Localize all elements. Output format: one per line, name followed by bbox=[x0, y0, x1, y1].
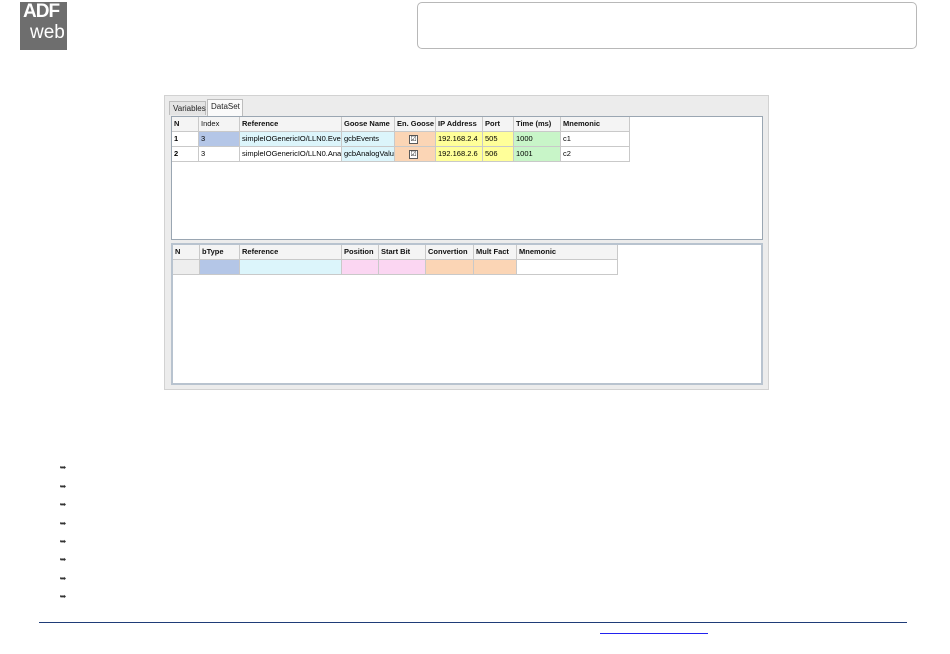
col-header-ip-address[interactable]: IP Address bbox=[436, 117, 483, 132]
col-header-n[interactable]: N bbox=[172, 117, 199, 132]
bullet-arrow-icon: ➥ bbox=[59, 519, 67, 528]
tab-variables[interactable]: Variables bbox=[169, 101, 206, 115]
cell-mnemonic[interactable]: c2 bbox=[561, 147, 630, 162]
tab-dataset[interactable]: DataSet bbox=[207, 99, 243, 116]
logo-text-top: ADF bbox=[23, 2, 60, 22]
cell-goose-name[interactable]: gcbAnalogValu bbox=[342, 147, 395, 162]
bullet-arrow-icon: ➥ bbox=[59, 574, 67, 583]
bullet-arrow-icon: ➥ bbox=[59, 592, 67, 601]
cell-position[interactable] bbox=[342, 260, 379, 275]
col-header-btype[interactable]: bType bbox=[200, 245, 240, 260]
row-number[interactable]: 1 bbox=[172, 132, 199, 147]
col-header-position[interactable]: Position bbox=[342, 245, 379, 260]
dataset-window: Variables DataSet N Index Reference Goos… bbox=[164, 95, 769, 390]
goose-table-panel: N Index Reference Goose Name En. Goose I… bbox=[171, 116, 763, 240]
cell-port[interactable]: 505 bbox=[483, 132, 514, 147]
cell-mult-fact[interactable] bbox=[474, 260, 517, 275]
cell-reference[interactable] bbox=[240, 260, 342, 275]
bullet-arrow-icon: ➥ bbox=[59, 500, 67, 509]
bullet-arrow-icon: ➥ bbox=[59, 463, 67, 472]
col-header-index[interactable]: Index bbox=[199, 117, 240, 132]
col-header-mult-fact[interactable]: Mult Fact bbox=[474, 245, 517, 260]
cell-time[interactable]: 1000 bbox=[514, 132, 561, 147]
cell-en-goose[interactable]: ☑ bbox=[395, 147, 436, 162]
cell-time[interactable]: 1001 bbox=[514, 147, 561, 162]
table-row[interactable]: 2 3 simpleIOGenericIO/LLN0.Anal gcbAnalo… bbox=[172, 147, 630, 162]
row-number[interactable]: 2 bbox=[172, 147, 199, 162]
cell-mnemonic[interactable]: c1 bbox=[561, 132, 630, 147]
dataset-table-panel: N bType Reference Position Start Bit Con… bbox=[171, 243, 763, 385]
footer-divider bbox=[39, 622, 907, 623]
en-goose-checkbox[interactable]: ☑ bbox=[409, 135, 418, 144]
row-number[interactable] bbox=[173, 260, 200, 275]
cell-ip-address[interactable]: 192.168.2.4 bbox=[436, 132, 483, 147]
footer-link-underline[interactable] bbox=[600, 633, 708, 634]
cell-btype[interactable] bbox=[200, 260, 240, 275]
cell-en-goose[interactable]: ☑ bbox=[395, 132, 436, 147]
cell-reference[interactable]: simpleIOGenericIO/LLN0.Even bbox=[240, 132, 342, 147]
cell-mnemonic[interactable] bbox=[517, 260, 618, 275]
cell-ip-address[interactable]: 192.168.2.6 bbox=[436, 147, 483, 162]
bullet-arrow-icon: ➥ bbox=[59, 482, 67, 491]
col-header-start-bit[interactable]: Start Bit bbox=[379, 245, 426, 260]
col-header-mnemonic[interactable]: Mnemonic bbox=[561, 117, 630, 132]
col-header-reference[interactable]: Reference bbox=[240, 245, 342, 260]
col-header-convertion[interactable]: Convertion bbox=[426, 245, 474, 260]
col-header-n[interactable]: N bbox=[173, 245, 200, 260]
cell-start-bit[interactable] bbox=[379, 260, 426, 275]
col-header-en-goose[interactable]: En. Goose bbox=[395, 117, 436, 132]
dataset-table-header: N bType Reference Position Start Bit Con… bbox=[173, 245, 618, 260]
bullet-arrow-icon: ➥ bbox=[59, 537, 67, 546]
table-row[interactable]: 1 3 simpleIOGenericIO/LLN0.Even gcbEvent… bbox=[172, 132, 630, 147]
col-header-mnemonic[interactable]: Mnemonic bbox=[517, 245, 618, 260]
col-header-port[interactable]: Port bbox=[483, 117, 514, 132]
col-header-reference[interactable]: Reference bbox=[240, 117, 342, 132]
col-header-goose-name[interactable]: Goose Name bbox=[342, 117, 395, 132]
cell-convertion[interactable] bbox=[426, 260, 474, 275]
goose-table-header: N Index Reference Goose Name En. Goose I… bbox=[172, 117, 630, 132]
cell-goose-name[interactable]: gcbEvents bbox=[342, 132, 395, 147]
bullet-arrow-icon: ➥ bbox=[59, 555, 67, 564]
cell-index[interactable]: 3 bbox=[199, 147, 240, 162]
document-header-box bbox=[417, 2, 917, 49]
cell-index[interactable]: 3 bbox=[199, 132, 240, 147]
table-row[interactable] bbox=[173, 260, 618, 275]
adfweb-logo: ADF web bbox=[20, 2, 67, 50]
cell-reference[interactable]: simpleIOGenericIO/LLN0.Anal bbox=[240, 147, 342, 162]
en-goose-checkbox[interactable]: ☑ bbox=[409, 150, 418, 159]
cell-port[interactable]: 506 bbox=[483, 147, 514, 162]
logo-text-bottom: web bbox=[30, 22, 65, 43]
col-header-time[interactable]: Time (ms) bbox=[514, 117, 561, 132]
